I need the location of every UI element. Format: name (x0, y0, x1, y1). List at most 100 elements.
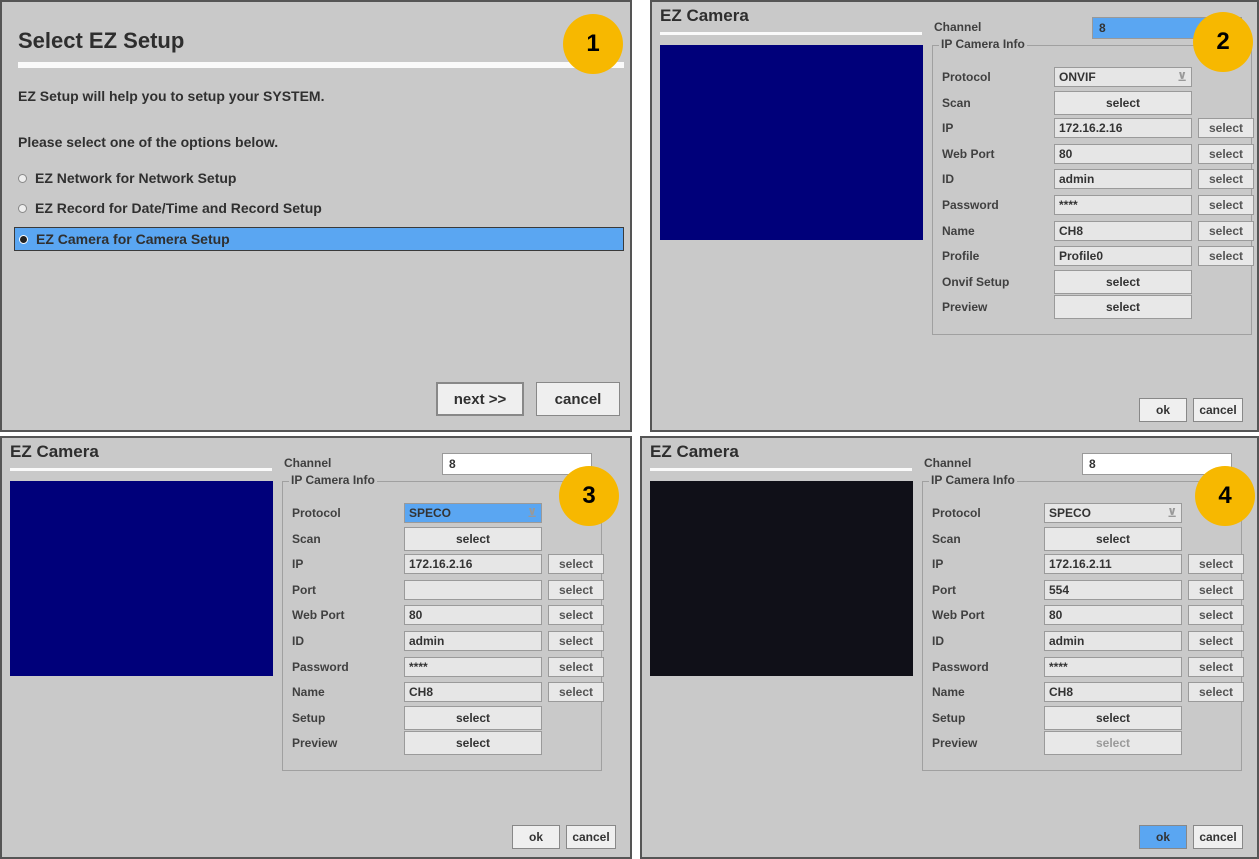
port-select-button[interactable]: select (548, 580, 604, 600)
ok-button[interactable]: ok (1139, 825, 1187, 849)
group-label: IP Camera Info (289, 473, 377, 487)
cancel-button[interactable]: cancel (536, 382, 620, 416)
ok-button[interactable]: ok (512, 825, 560, 849)
name-field[interactable]: CH8 (404, 682, 542, 702)
step-badge-4: 4 (1195, 466, 1255, 526)
web-port-label: Web Port (292, 608, 345, 622)
page-title: EZ Camera (650, 442, 739, 461)
id-select-button[interactable]: select (548, 631, 604, 651)
title-divider (10, 468, 272, 471)
setup-select-button[interactable]: select (404, 706, 542, 730)
profile-field[interactable]: Profile0 (1054, 246, 1192, 266)
ip-field[interactable]: 172.16.2.16 (1054, 118, 1192, 138)
protocol-select[interactable]: ONVIF ⊻ (1054, 67, 1192, 87)
web-port-field[interactable]: 80 (1044, 605, 1182, 625)
protocol-select[interactable]: SPECO ⊻ (1044, 503, 1182, 523)
ip-select-button[interactable]: select (1188, 554, 1244, 574)
port-field[interactable]: 554 (1044, 580, 1182, 600)
password-select-button[interactable]: select (548, 657, 604, 677)
web-port-select-button[interactable]: select (548, 605, 604, 625)
preview-select-button[interactable]: select (1044, 731, 1182, 755)
ip-field[interactable]: 172.16.2.16 (404, 554, 542, 574)
radio-icon[interactable] (19, 234, 28, 244)
setup-prompt: Please select one of the options below. (18, 134, 279, 150)
next-button[interactable]: next >> (436, 382, 524, 416)
web-port-field[interactable]: 80 (404, 605, 542, 625)
onvif-setup-label: Onvif Setup (942, 275, 1010, 289)
web-port-select-button[interactable]: select (1188, 605, 1244, 625)
group-label: IP Camera Info (929, 473, 1017, 487)
option-0[interactable]: EZ Network for Network Setup (14, 166, 414, 190)
ip-select-button[interactable]: select (548, 554, 604, 574)
chevron-down-icon[interactable]: ⊻ (1167, 506, 1177, 520)
ok-button[interactable]: ok (1139, 398, 1187, 422)
ip-label: IP (942, 121, 954, 135)
protocol-label: Protocol (932, 506, 981, 520)
name-select-button[interactable]: select (548, 682, 604, 702)
channel-label: Channel (924, 456, 972, 470)
id-label: ID (942, 172, 954, 186)
password-select-button[interactable]: select (1188, 657, 1244, 677)
id-select-button[interactable]: select (1188, 631, 1244, 651)
web-port-field[interactable]: 80 (1054, 144, 1192, 164)
profile-select-button[interactable]: select (1198, 246, 1254, 266)
port-select-button[interactable]: select (1188, 580, 1244, 600)
chevron-down-icon[interactable]: ⊻ (1177, 70, 1187, 84)
id-field[interactable]: admin (404, 631, 542, 651)
option-1[interactable]: EZ Record for Date/Time and Record Setup (14, 196, 414, 220)
channel-label: Channel (284, 456, 332, 470)
camera-preview (660, 45, 923, 240)
profile-label: Profile (942, 249, 980, 263)
password-field[interactable]: **** (1044, 657, 1182, 677)
port-label: Port (292, 583, 316, 597)
cancel-button[interactable]: cancel (1193, 398, 1243, 422)
page-title: EZ Camera (10, 442, 99, 461)
port-field[interactable] (404, 580, 542, 600)
name-label: Name (932, 685, 965, 699)
panel4-camera-panel: EZ Camera Channel 8 IP Camera Info Protocol S… (640, 436, 1259, 859)
title-divider (18, 62, 624, 68)
scan-select-button[interactable]: select (404, 527, 542, 551)
setup-description: EZ Setup will help you to setup your SYS… (18, 88, 325, 104)
setup-select-button[interactable]: select (1044, 706, 1182, 730)
name-field[interactable]: CH8 (1044, 682, 1182, 702)
protocol-label: Protocol (292, 506, 341, 520)
protocol-value: SPECO (1049, 506, 1092, 520)
panel2-camera-panel: EZ Camera Channel 8 IP Camera Info Protocol O… (650, 0, 1259, 432)
password-select-button[interactable]: select (1198, 195, 1254, 215)
radio-icon[interactable] (18, 203, 27, 213)
name-select-button[interactable]: select (1188, 682, 1244, 702)
password-label: Password (942, 198, 999, 212)
ip-select-button[interactable]: select (1198, 118, 1254, 138)
camera-preview (10, 481, 273, 676)
step-badge-2: 2 (1193, 12, 1253, 72)
cancel-button[interactable]: cancel (566, 825, 616, 849)
id-label: ID (292, 634, 304, 648)
option-2[interactable]: EZ Camera for Camera Setup (14, 227, 624, 251)
id-field[interactable]: admin (1054, 169, 1192, 189)
scan-select-button[interactable]: select (1044, 527, 1182, 551)
ip-label: IP (932, 557, 944, 571)
setup-label: Setup (292, 711, 326, 725)
scan-select-button[interactable]: select (1054, 91, 1192, 115)
cancel-button[interactable]: cancel (1193, 825, 1243, 849)
onvif-setup-select-button[interactable]: select (1054, 270, 1192, 294)
password-field[interactable]: **** (1054, 195, 1192, 215)
ip-field[interactable]: 172.16.2.11 (1044, 554, 1182, 574)
page-title: Select EZ Setup (18, 28, 185, 53)
scan-label: Scan (942, 96, 971, 110)
radio-icon[interactable] (18, 173, 27, 183)
preview-select-button[interactable]: select (404, 731, 542, 755)
id-field[interactable]: admin (1044, 631, 1182, 651)
title-divider (650, 468, 912, 471)
preview-label: Preview (292, 736, 338, 750)
name-select-button[interactable]: select (1198, 221, 1254, 241)
name-field[interactable]: CH8 (1054, 221, 1192, 241)
option-label: EZ Camera for Camera Setup (36, 231, 230, 247)
web-port-select-button[interactable]: select (1198, 144, 1254, 164)
chevron-down-icon[interactable]: ⊻ (527, 506, 537, 520)
password-field[interactable]: **** (404, 657, 542, 677)
protocol-select[interactable]: SPECO ⊻ (404, 503, 542, 523)
id-select-button[interactable]: select (1198, 169, 1254, 189)
preview-select-button[interactable]: select (1054, 295, 1192, 319)
